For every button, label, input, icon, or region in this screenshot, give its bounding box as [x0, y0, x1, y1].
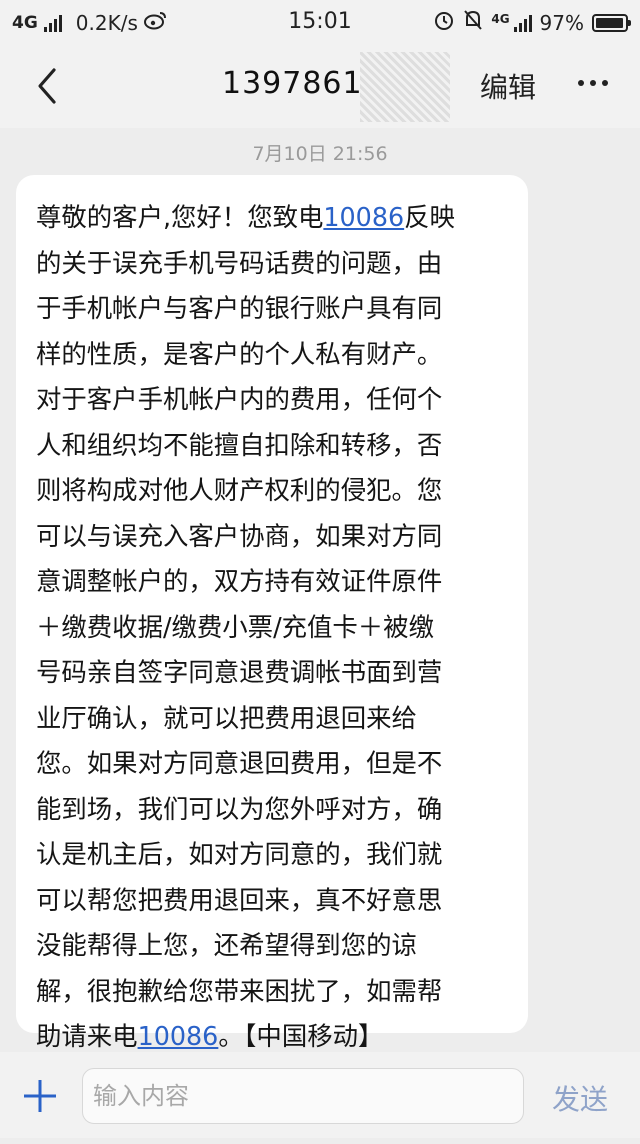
- phone-link[interactable]: 10086: [138, 1021, 219, 1051]
- edit-button[interactable]: 编辑: [480, 66, 536, 106]
- message-line: 人和组织均不能擅自扣除和转移，否: [36, 423, 514, 469]
- message-line: 的关于误充手机号码话费的问题，由: [36, 241, 514, 287]
- battery-icon: [592, 13, 631, 32]
- message-timestamp: 7月10日 21:56: [252, 143, 388, 165]
- message-line: 能到场，我们可以为您外呼对方，确: [36, 787, 514, 833]
- phone-link[interactable]: 10086: [323, 202, 404, 232]
- message-text-segment: 可以与误充入客户协商，如果对方同: [36, 520, 443, 551]
- status-bar: 4G 0.2K/s 15:01 4G 97%: [0, 0, 640, 44]
- message-line: 号码亲自签字同意退费调帐书面到营: [36, 650, 514, 696]
- message-line: 意调整帐户的，双方持有效证件原件: [36, 559, 514, 605]
- message-text-segment: 意调整帐户的，双方持有效证件原件: [36, 566, 443, 596]
- message-line: ＋缴费收据/缴费小票/充值卡＋被缴: [36, 605, 514, 651]
- message-line: 样的性质，是客户的个人私有财产。: [36, 332, 514, 378]
- message-text-segment: 能到场，我们可以为您外呼对方，确: [36, 793, 443, 824]
- send-button[interactable]: 发送: [552, 1078, 608, 1118]
- attach-button[interactable]: [22, 1078, 58, 1114]
- message-text-segment: 于手机帐户与客户的银行账户具有同: [36, 293, 443, 323]
- message-text-segment: 业厅确认，就可以把费用退回来给: [36, 702, 417, 733]
- message-line: 可以与误充入客户协商，如果对方同: [36, 514, 514, 560]
- contact-number-title: 1397861: [222, 66, 363, 101]
- message-text-segment: 没能帮得上您，还希望得到您的谅: [36, 930, 417, 960]
- message-text-segment: 助请来电: [36, 1021, 138, 1051]
- alarm-icon: [433, 9, 455, 36]
- network-type-right: 4G: [491, 11, 510, 26]
- message-line: 业厅确认，就可以把费用退回来给: [36, 696, 514, 742]
- message-text-segment: 尊敬的客户,您好！您致电: [36, 202, 324, 232]
- message-text: 尊敬的客户,您好！您致电10086反映 的关于误充手机号码话费的问题，由 于手机帐户…: [36, 195, 514, 1060]
- message-text-segment: 对于客户手机帐户内的费用，任何个: [36, 384, 443, 414]
- message-line: 您。如果对方同意退回费用，但是不: [36, 741, 514, 787]
- battery-percent: 97%: [539, 10, 584, 35]
- message-text-segment: 样的性质，是客户的个人私有财产。: [36, 338, 443, 369]
- message-line: 可以帮您把费用退回来，真不好意思: [36, 878, 514, 924]
- back-button[interactable]: [30, 66, 66, 106]
- message-text-segment: 您。如果对方同意退回费用，但是不: [36, 748, 443, 778]
- message-line: 则将构成对他人财产权利的侵犯。您: [36, 468, 514, 514]
- compose-bar: 发送: [0, 1052, 640, 1138]
- plus-icon: [24, 1080, 56, 1112]
- message-text-segment: 号码亲自签字同意退费调帐书面到营: [36, 657, 443, 687]
- message-line: 解，很抱歉给您带来困扰了，如需帮: [36, 969, 514, 1015]
- message-text-segment: 认是机主后，如对方同意的，我们就: [36, 839, 443, 869]
- message-line: 认是机主后，如对方同意的，我们就: [36, 832, 514, 878]
- message-line: 没能帮得上您，还希望得到您的谅: [36, 923, 514, 969]
- conversation-header: 1397861 编辑: [0, 44, 640, 128]
- chevron-left-icon: [38, 68, 56, 104]
- message-text-segment: 解，很抱歉给您带来困扰了，如需帮: [36, 975, 443, 1006]
- battery-level-fill: [596, 17, 624, 28]
- message-input[interactable]: [82, 1068, 524, 1124]
- message-line: 尊敬的客户,您好！您致电10086反映: [36, 195, 514, 241]
- message-text-segment: 则将构成对他人财产权利的侵犯。您: [36, 475, 443, 505]
- message-text-segment: ＋缴费收据/缴费小票/充值卡＋被缴: [36, 611, 434, 642]
- message-text-segment: 可以帮您把费用退回来，真不好意思: [36, 884, 443, 915]
- status-right: 4G 97%: [433, 9, 631, 36]
- message-text-segment: 反映: [404, 202, 455, 232]
- more-dots-icon: [578, 80, 584, 86]
- message-bubble[interactable]: 尊敬的客户,您好！您致电10086反映 的关于误充手机号码话费的问题，由 于手机帐户…: [16, 175, 528, 1140]
- signal-icon-right: [513, 14, 532, 32]
- mute-bell-icon: [463, 9, 483, 36]
- redaction-mask: [360, 52, 450, 122]
- message-text-segment: 。【中国移动】: [218, 1021, 384, 1051]
- message-text-segment: 人和组织均不能擅自扣除和转移，否: [36, 429, 443, 460]
- more-button[interactable]: [578, 80, 608, 86]
- message-line: 于手机帐户与客户的银行账户具有同: [36, 286, 514, 332]
- message-text-segment: 的关于误充手机号码话费的问题，由: [36, 247, 443, 278]
- message-line: 对于客户手机帐户内的费用，任何个: [36, 377, 514, 423]
